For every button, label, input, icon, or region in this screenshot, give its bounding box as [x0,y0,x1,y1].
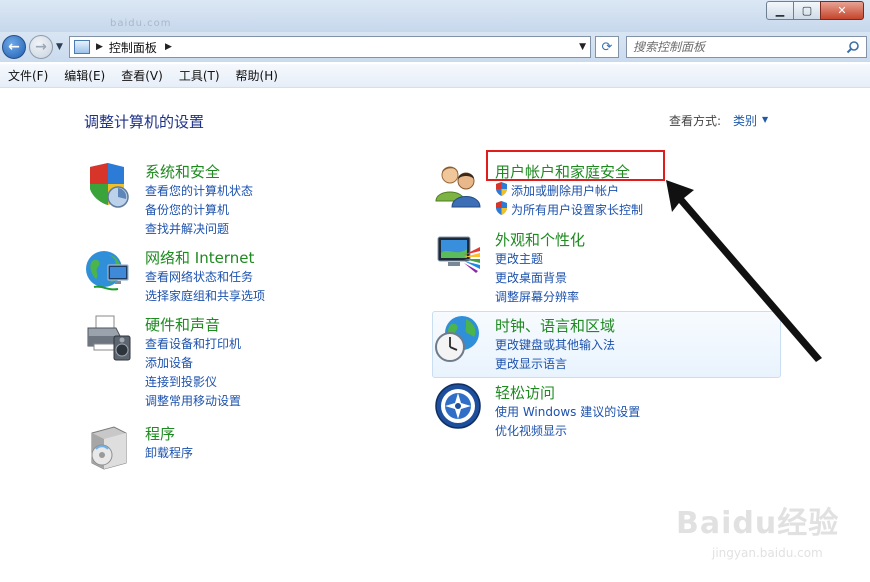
breadcrumb-control-panel[interactable]: 控制面板 [109,39,157,56]
address-history-dropdown[interactable]: ▼ [579,42,586,52]
link-windows-suggested-settings[interactable]: 使用 Windows 建议的设置 [495,403,640,420]
programs-box-icon[interactable] [84,423,132,471]
search-icon[interactable] [846,40,860,54]
link-view-network-status[interactable]: 查看网络状态和任务 [145,268,253,285]
network-globe-icon[interactable] [84,247,132,295]
menu-bar: 文件(F) 编辑(E) 查看(V) 工具(T) 帮助(H) [0,64,870,88]
menu-help[interactable]: 帮助(H) [236,67,278,84]
appearance-monitor-icon[interactable] [434,229,482,277]
uac-shield-icon [496,201,507,215]
annotation-arrow [666,180,822,362]
back-button[interactable]: ← [2,35,26,59]
window-title-bar[interactable]: baidu.com ▁ ▢ ✕ [0,0,870,32]
view-by-label: 查看方式: [669,114,722,128]
baidu-watermark: Baidu经验 jingyan.baidu.com [668,498,868,578]
link-view-computer-status[interactable]: 查看您的计算机状态 [145,182,253,199]
window-controls: ▁ ▢ ✕ [766,1,864,20]
link-uninstall-program[interactable]: 卸载程序 [145,444,193,461]
security-shield-icon[interactable] [84,161,132,209]
printer-speaker-icon[interactable] [84,314,132,362]
watermark-brand: Baidu经验 [676,506,840,541]
link-add-remove-accounts[interactable]: 添加或删除用户帐户 [511,182,619,199]
category-title-programs[interactable]: 程序 [145,423,175,444]
view-by-dropdown[interactable]: 类别 [733,112,757,129]
link-troubleshoot[interactable]: 查找并解决问题 [145,220,229,237]
link-homegroup-sharing[interactable]: 选择家庭组和共享选项 [145,287,265,304]
link-change-desktop-background[interactable]: 更改桌面背景 [495,269,567,286]
link-backup-computer[interactable]: 备份您的计算机 [145,201,229,218]
link-devices-printers[interactable]: 查看设备和打印机 [145,335,241,352]
forward-button[interactable]: → [29,35,53,59]
link-connect-projector[interactable]: 连接到投影仪 [145,373,217,390]
link-optimize-visual-display[interactable]: 优化视频显示 [495,422,567,439]
chevron-down-icon[interactable]: ▼ [762,115,768,124]
clock-globe-icon[interactable] [434,315,482,363]
close-button[interactable]: ✕ [820,1,864,20]
link-mobility-settings[interactable]: 调整常用移动设置 [145,392,241,409]
menu-tools[interactable]: 工具(T) [179,67,220,84]
watermark-url: jingyan.baidu.com [712,546,823,560]
page-title: 调整计算机的设置 [84,113,205,131]
uac-shield-icon [496,182,507,196]
search-input[interactable] [633,39,838,55]
breadcrumb-separator[interactable]: ▶ [96,42,103,52]
window-faint-title: baidu.com [110,18,172,29]
link-adjust-resolution[interactable]: 调整屏幕分辨率 [495,288,579,305]
menu-edit[interactable]: 编辑(E) [64,67,105,84]
address-bar[interactable]: ▶ 控制面板 ▶ ▼ [69,36,591,58]
refresh-button[interactable]: ⟳ [595,36,619,58]
menu-view[interactable]: 查看(V) [121,67,163,84]
link-change-display-language[interactable]: 更改显示语言 [495,355,567,372]
menu-file[interactable]: 文件(F) [8,67,48,84]
navigation-bar: ← → ▼ ▶ 控制面板 ▶ ▼ ⟳ [0,32,870,62]
search-box[interactable] [626,36,867,58]
category-title-ease-of-access[interactable]: 轻松访问 [495,382,555,403]
category-title-appearance[interactable]: 外观和个性化 [495,229,585,250]
annotation-highlight-box [486,150,665,181]
category-title-system-security[interactable]: 系统和安全 [145,161,220,182]
ease-of-access-icon[interactable] [434,382,482,430]
link-change-keyboard[interactable]: 更改键盘或其他输入法 [495,336,615,353]
category-title-hardware-sound[interactable]: 硬件和声音 [145,314,220,335]
link-add-device[interactable]: 添加设备 [145,354,193,371]
recent-pages-dropdown[interactable]: ▼ [56,42,63,52]
category-title-network-internet[interactable]: 网络和 Internet [145,247,254,268]
minimize-button[interactable]: ▁ [766,1,794,20]
breadcrumb-separator-trailing[interactable]: ▶ [165,42,172,52]
control-panel-icon [74,40,90,54]
users-icon[interactable] [434,161,482,209]
link-parental-controls[interactable]: 为所有用户设置家长控制 [511,201,643,218]
link-change-theme[interactable]: 更改主题 [495,250,543,267]
maximize-button[interactable]: ▢ [793,1,821,20]
category-title-clock-language[interactable]: 时钟、语言和区域 [495,315,615,336]
